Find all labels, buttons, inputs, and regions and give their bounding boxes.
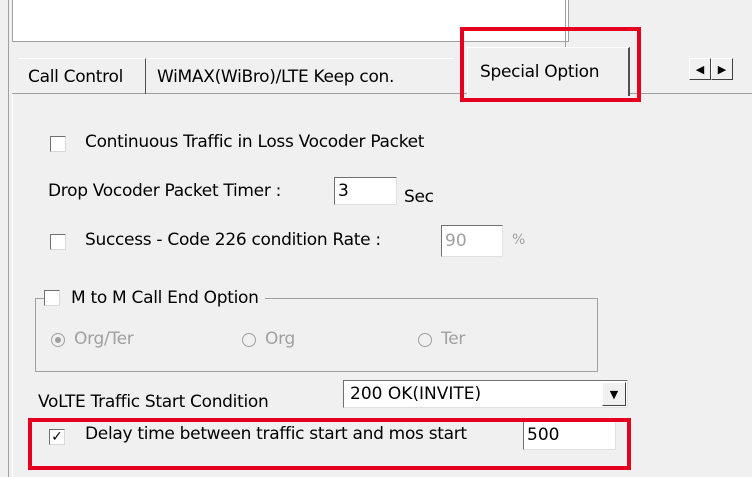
volte-start-label: VoLTE Traffic Start Condition bbox=[38, 392, 269, 412]
radio-org-label: Org bbox=[265, 329, 295, 349]
radio-org-ter[interactable] bbox=[51, 333, 65, 347]
continuous-traffic-checkbox[interactable] bbox=[50, 136, 66, 152]
tab-call-control[interactable]: Call Control bbox=[18, 58, 146, 94]
success-code-checkbox[interactable] bbox=[50, 234, 66, 250]
drop-timer-input[interactable]: 3 bbox=[334, 177, 397, 205]
volte-start-value: 200 OK(INVITE) bbox=[350, 384, 482, 404]
delay-time-checkbox[interactable]: ✓ bbox=[49, 429, 65, 445]
radio-ter[interactable] bbox=[418, 333, 432, 347]
tab-label: Special Option bbox=[480, 62, 600, 82]
tab-scroll-right-button[interactable]: ▶ bbox=[711, 58, 733, 80]
radio-ter-label: Ter bbox=[441, 329, 466, 349]
chevron-down-icon[interactable]: ▼ bbox=[602, 382, 626, 406]
tab-special-option[interactable]: Special Option bbox=[467, 47, 630, 96]
drop-timer-value: 3 bbox=[338, 181, 349, 201]
delay-time-label: Delay time between traffic start and mos… bbox=[85, 424, 467, 444]
success-code-label: Success - Code 226 condition Rate : bbox=[85, 230, 381, 250]
volte-start-select[interactable]: 200 OK(INVITE) ▼ bbox=[343, 380, 628, 408]
drop-timer-unit: Sec bbox=[404, 187, 434, 207]
m2m-call-end-label: M to M Call End Option bbox=[71, 288, 259, 308]
delay-time-input[interactable]: 500 bbox=[523, 420, 616, 450]
tab-label: WiMAX(WiBro)/LTE Keep con. bbox=[157, 66, 395, 87]
radio-org-ter-label: Org/Ter bbox=[74, 329, 134, 349]
radio-org[interactable] bbox=[242, 333, 256, 347]
tab-scroll-left-button[interactable]: ◀ bbox=[689, 58, 711, 80]
m2m-group-header: M to M Call End Option bbox=[44, 286, 265, 310]
triangle-right-icon: ▶ bbox=[717, 62, 727, 76]
left-border bbox=[8, 0, 9, 477]
success-code-unit: % bbox=[512, 232, 526, 248]
tab-wimax-lte-keep[interactable]: WiMAX(WiBro)/LTE Keep con. bbox=[148, 58, 454, 94]
upper-panel-divider bbox=[565, 0, 566, 52]
panel-left-edge bbox=[12, 94, 13, 477]
tab-label: Call Control bbox=[28, 66, 123, 87]
continuous-traffic-label: Continuous Traffic in Loss Vocoder Packe… bbox=[85, 132, 425, 152]
upper-panel bbox=[12, 0, 569, 42]
delay-time-value: 500 bbox=[527, 425, 560, 445]
triangle-left-icon: ◀ bbox=[695, 62, 705, 76]
drop-timer-label: Drop Vocoder Packet Timer : bbox=[48, 181, 282, 201]
m2m-call-end-checkbox[interactable] bbox=[44, 290, 60, 306]
success-code-rate-input[interactable]: 90 bbox=[441, 225, 503, 257]
success-code-rate-value: 90 bbox=[445, 231, 467, 251]
